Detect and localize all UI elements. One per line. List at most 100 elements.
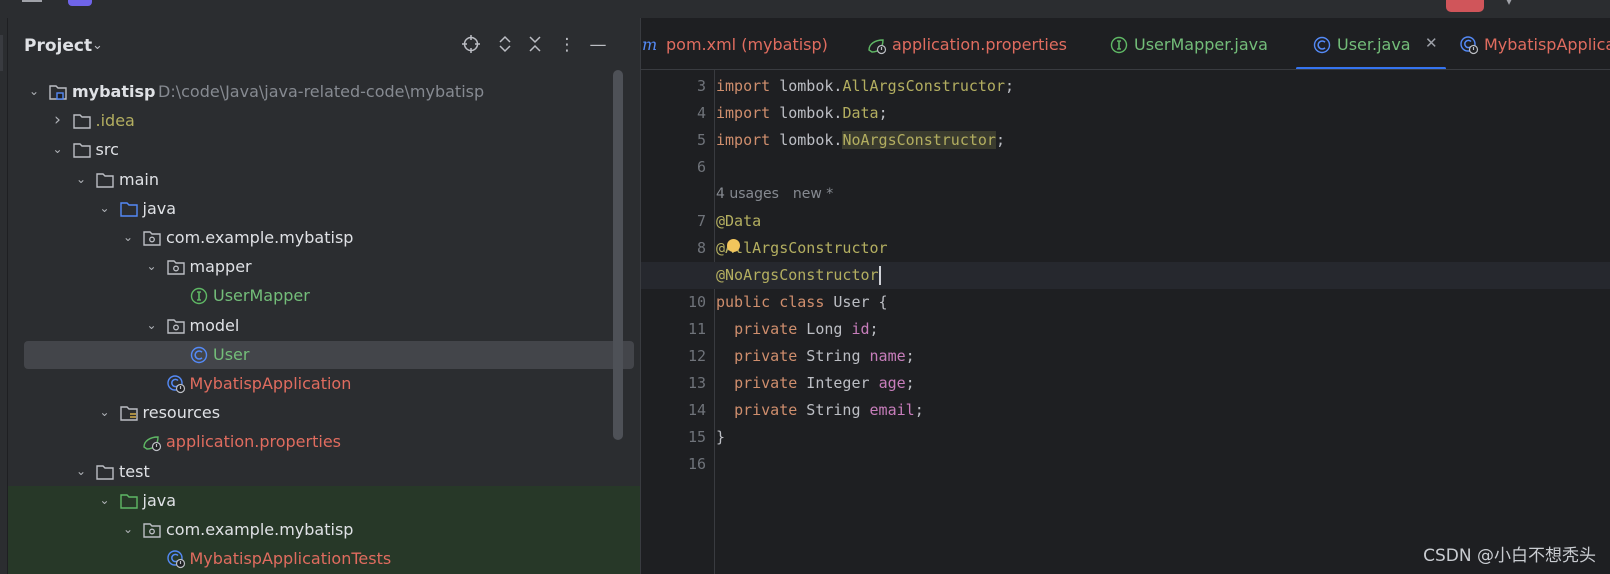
stop-button[interactable] (1446, 0, 1484, 12)
code-line[interactable]: @AllArgsConstructor (716, 235, 888, 262)
maven-icon: m (641, 35, 659, 54)
code-token: private (734, 401, 798, 419)
tree-row[interactable]: › .idea (8, 106, 640, 136)
code-line[interactable]: public class User { (716, 289, 888, 316)
chevron-right-icon[interactable]: › (50, 112, 66, 129)
code-token: String (797, 401, 870, 419)
tree-row[interactable]: MybatispApplicationTests (8, 544, 640, 574)
code-token: ; (905, 374, 915, 392)
tree-scrollbar[interactable] (613, 70, 623, 440)
tree-row[interactable]: ⌄ resources (8, 398, 640, 428)
chevron-down-icon[interactable]: ▾ (1506, 0, 1512, 8)
hide-icon[interactable]: — (587, 34, 609, 56)
code-line[interactable]: private Integer age; (716, 370, 915, 397)
editor-tab[interactable]: UserMapper.java (1109, 18, 1289, 69)
code-token: import (716, 77, 771, 95)
tree-row[interactable]: ⌄ com.example.mybatisp (8, 515, 640, 545)
spring-class-icon (1459, 35, 1479, 55)
code-token: lombok. (770, 104, 843, 122)
tree-row[interactable]: ⌄ src (8, 135, 640, 165)
line-number: 16 (687, 455, 706, 473)
chevron-down-icon[interactable]: ⌄ (97, 404, 113, 420)
tree-item-label: mybatisp (72, 82, 156, 101)
usages-count[interactable]: 4 usages (716, 186, 779, 202)
chevron-down-icon[interactable]: ⌄ (144, 317, 160, 333)
code-token: email (869, 401, 915, 419)
spring-class-icon (166, 549, 186, 569)
code-token: private (734, 374, 798, 392)
tree-row[interactable]: ⌄ java (8, 194, 640, 224)
intention-lightbulb-icon[interactable] (727, 239, 740, 252)
chevron-down-icon[interactable]: ⌄ (120, 229, 136, 245)
resources-folder-icon (119, 403, 139, 423)
code-token: @Data (716, 212, 762, 230)
chevron-down-icon[interactable]: ⌄ (97, 200, 113, 216)
tree-row[interactable]: ⌄ java (8, 485, 640, 516)
chevron-down-icon[interactable]: ⌄ (144, 258, 160, 274)
locate-icon[interactable] (460, 34, 482, 56)
tree-row[interactable]: ⌄ main (8, 165, 640, 195)
code-line[interactable]: @NoArgsConstructor (716, 262, 881, 289)
chevron-down-icon[interactable]: ⌄ (50, 141, 66, 157)
tree-row[interactable]: application.properties (8, 427, 640, 457)
chevron-down-icon[interactable]: ⌄ (92, 38, 103, 53)
tree-item-label: MybatispApplication (189, 374, 352, 393)
code-area[interactable]: import lombok.AllArgsConstructor; import … (641, 70, 1610, 574)
code-line[interactable]: private Long id; (716, 316, 879, 343)
tree-item-path: D:\code\Java\java-related-code\mybatisp (158, 82, 485, 101)
project-panel-header: Project ⌄ ⋮ — (8, 18, 640, 74)
folder-icon (95, 170, 115, 190)
svg-text:m: m (642, 35, 657, 54)
add-user-icon[interactable]: ⁺ (1562, 0, 1569, 8)
options-icon[interactable]: ⋮ (556, 34, 578, 56)
code-line[interactable]: import lombok.AllArgsConstructor; (716, 73, 1014, 100)
code-line[interactable]: private String name; (716, 343, 915, 370)
vcs-author-hint[interactable]: new * (793, 186, 833, 202)
package-icon (142, 228, 162, 248)
tree-item-label: src (95, 140, 119, 160)
tree-item-label: .idea (95, 111, 135, 131)
tree-row[interactable]: UserMapper (8, 281, 640, 311)
panel-title[interactable]: Project (24, 36, 92, 56)
code-line[interactable]: import lombok.Data; (716, 100, 888, 127)
expand-all-icon[interactable] (494, 34, 516, 56)
chevron-down-icon[interactable]: ⌄ (120, 521, 136, 537)
code-token: } (716, 428, 726, 446)
chevron-down-icon[interactable]: ⌄ (97, 492, 113, 508)
tree-row[interactable]: ⌄ test (8, 457, 640, 487)
code-token: import (716, 131, 771, 149)
collapse-all-icon[interactable] (524, 34, 546, 56)
line-number: 15 (687, 428, 706, 446)
tree-row[interactable]: ⌄ mybatisp D:\code\Java\java-related-code\… (8, 77, 640, 107)
editor-tab[interactable]: application.properties (867, 18, 1087, 69)
tree-row[interactable]: ⌄ mapper (8, 252, 640, 282)
editor-tab[interactable]: m pom.xml (mybatisp) (641, 18, 841, 69)
test-folder-icon (119, 491, 139, 511)
text-caret (878, 266, 881, 285)
code-line[interactable]: private String email; (716, 397, 924, 424)
main-menu-icon[interactable] (22, 0, 42, 2)
code-token: User { (824, 293, 888, 311)
chevron-down-icon[interactable]: ⌄ (73, 463, 89, 479)
editor-tab[interactable]: User.java ✕ (1296, 18, 1446, 69)
chevron-down-icon[interactable]: ⌄ (73, 171, 89, 187)
chevron-down-icon[interactable]: ⌄ (26, 83, 42, 99)
code-line[interactable]: @Data (716, 208, 761, 235)
tree-item-label: mapper (189, 257, 252, 277)
tree-row[interactable]: User (8, 340, 640, 370)
close-icon[interactable]: ✕ (1425, 34, 1438, 52)
code-token: lombok. (770, 77, 843, 95)
class-icon (1312, 35, 1331, 54)
usages-inlay-hint[interactable]: 4 usages new * (716, 186, 833, 202)
code-line[interactable]: } (716, 424, 725, 451)
code-line[interactable]: import lombok.NoArgsConstructor; (716, 127, 1005, 154)
tab-label: User.java (1337, 35, 1411, 54)
tree-row[interactable]: ⌄ com.example.mybatisp (8, 223, 640, 253)
tree-row[interactable]: ⌄ model (8, 311, 640, 341)
project-badge-icon[interactable] (68, 0, 92, 6)
tree-row[interactable]: MybatispApplication (8, 369, 640, 399)
editor-tab[interactable]: MybatispApplication.java (1459, 18, 1610, 69)
